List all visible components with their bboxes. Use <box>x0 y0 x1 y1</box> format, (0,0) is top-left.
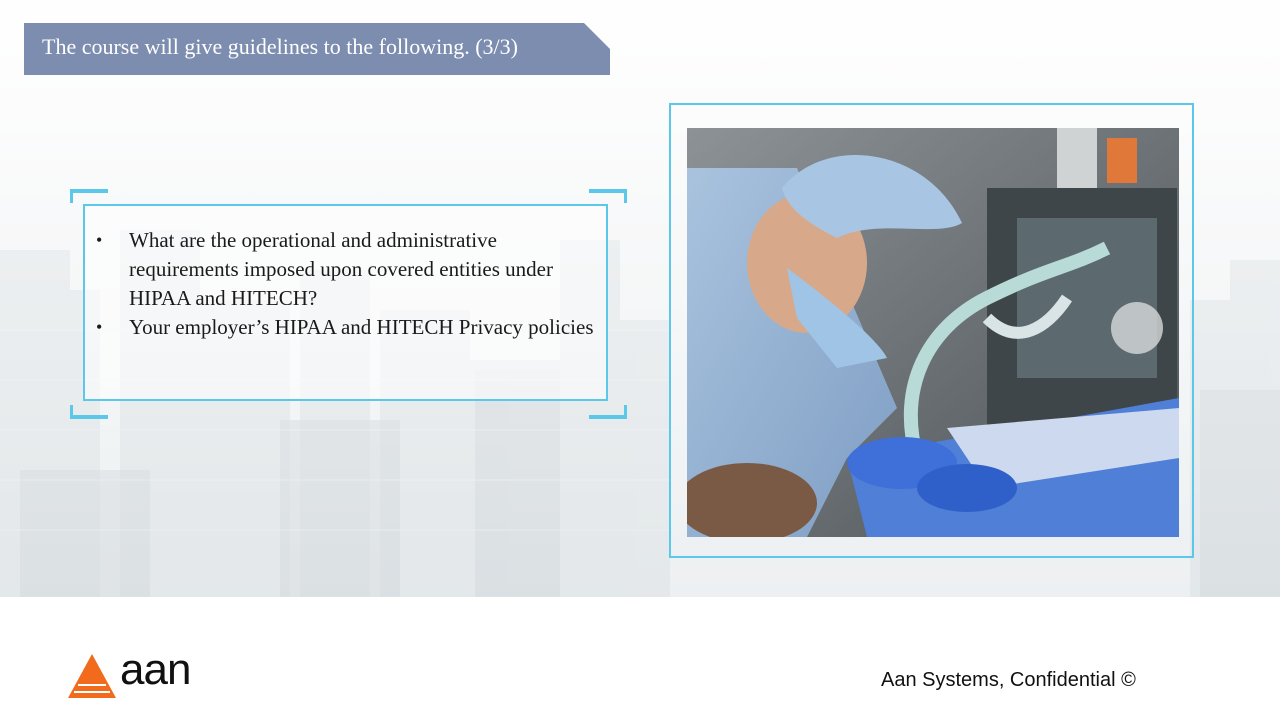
bullet-text: What are the operational and administrat… <box>129 228 553 310</box>
frame-corner-top-left <box>70 189 108 193</box>
logo-text: aan <box>120 645 191 694</box>
bullet-marker: • <box>96 317 103 337</box>
frame-corner-bottom-right-v <box>624 405 627 419</box>
bullet-marker: • <box>96 230 103 250</box>
slide-title: The course will give guidelines to the f… <box>42 34 518 59</box>
frame-corner-bottom-left <box>70 415 108 419</box>
bullet-item: • What are the operational and administr… <box>96 226 606 313</box>
frame-corner-bottom-right <box>589 415 627 419</box>
frame-corner-top-left-v <box>70 189 73 203</box>
aan-logo-triangle-icon <box>68 654 116 698</box>
title-banner: The course will give guidelines to the f… <box>24 23 610 75</box>
frame-corner-top-right <box>589 189 627 193</box>
surgeon-photo <box>687 128 1179 537</box>
frame-corner-bottom-left-v <box>70 405 73 419</box>
aan-logo: aan <box>68 645 198 700</box>
confidential-notice: Aan Systems, Confidential © <box>881 669 1136 691</box>
bullet-text: Your employer’s HIPAA and HITECH Privacy… <box>129 315 594 339</box>
frame-corner-top-right-v <box>624 189 627 203</box>
bullet-list: • What are the operational and administr… <box>96 226 606 342</box>
bullet-item: • Your employer’s HIPAA and HITECH Priva… <box>96 313 606 342</box>
